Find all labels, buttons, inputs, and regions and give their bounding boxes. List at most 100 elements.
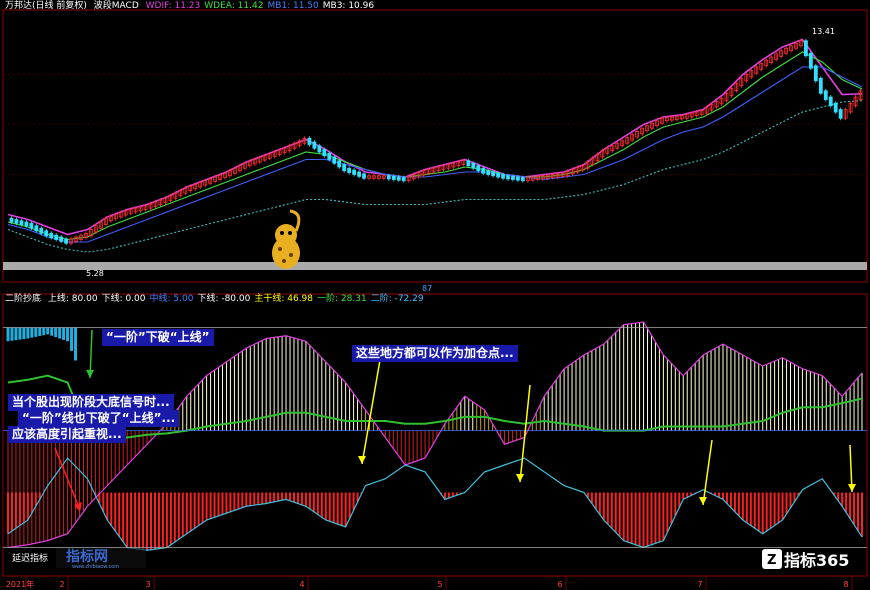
- stock-title: 万邦达(日线 前复权): [5, 1, 87, 11]
- watermark-right-text: 指标365: [784, 551, 849, 570]
- candle-body: [39, 227, 44, 234]
- arrow-head-0: [358, 456, 366, 464]
- candle-body: [362, 173, 366, 179]
- candle-body: [34, 225, 39, 232]
- candle-body: [491, 171, 496, 177]
- candle-body: [29, 222, 34, 229]
- candle-body: [327, 152, 332, 160]
- x-tick-label: 6: [557, 580, 562, 589]
- candle-body: [486, 170, 491, 175]
- candle-body: [481, 167, 486, 174]
- price-header-item-2: MB1: 11.50: [267, 1, 319, 11]
- bottom-left-label: 延迟指标: [12, 552, 48, 564]
- mid-marker: 87: [422, 284, 432, 293]
- candle-body: [49, 232, 54, 239]
- indicator-header-item-1: 下线: 0.00: [101, 294, 146, 304]
- watermark-left: 指标网 www.zhibiaow.com: [56, 548, 146, 570]
- candle-body: [813, 65, 818, 82]
- candle-body: [391, 175, 396, 180]
- price-header-item-1: WDEA: 11.42: [204, 1, 264, 11]
- indicator-header-item-0: 上线: 80.00: [47, 294, 98, 304]
- indicator-header-item-2: 中线: 5.00: [149, 294, 194, 304]
- candle-body: [44, 230, 49, 237]
- candle-body: [501, 174, 505, 179]
- candle-body: [59, 236, 64, 242]
- candle-body: [828, 96, 833, 107]
- arrow-shaft-2: [702, 439, 713, 506]
- price-header-item-3: MB3: 10.96: [322, 1, 375, 11]
- annotation-signal-1: 当个股出现阶段大底信号时...: [8, 394, 174, 411]
- x-tick-label: 2: [59, 580, 64, 589]
- x-tick-label: 3: [145, 580, 150, 589]
- candle-body: [838, 109, 843, 119]
- x-tick-label: 8: [843, 580, 848, 589]
- high-price-label: 13.41: [812, 27, 835, 36]
- arrow-head-3: [848, 484, 856, 492]
- candle-body: [332, 156, 337, 164]
- indicator-header-item-6: 二阶: -72.29: [370, 294, 424, 304]
- x-tick-label: 5: [437, 580, 442, 589]
- candle-body: [466, 160, 471, 167]
- candle-body: [342, 164, 347, 172]
- candle-body: [14, 219, 19, 224]
- candle-body: [506, 175, 510, 180]
- x-tick-label: 2021年: [6, 579, 34, 589]
- annotation-signal-2: “一阶”线也下破了“上线”...: [18, 410, 180, 427]
- series-line-WDIF: [7, 38, 863, 236]
- candle-body: [386, 175, 391, 180]
- candle-body: [401, 177, 406, 182]
- candle-body: [496, 172, 500, 178]
- leopard-mascot-icon: [272, 209, 301, 269]
- candle-body: [307, 137, 312, 145]
- candle-body: [818, 77, 823, 94]
- candle-body: [352, 169, 356, 175]
- candle-body: [337, 160, 342, 168]
- x-tick-label: 4: [299, 580, 304, 589]
- annotation-add-positions: 这些地方都可以作为加仓点...: [352, 345, 518, 362]
- candle-body: [347, 167, 352, 174]
- watermark-left-text: 指标网: [66, 548, 108, 565]
- volume-band: [3, 262, 867, 270]
- candle-body: [511, 175, 515, 180]
- candle-body: [64, 238, 69, 244]
- arrow-head-2: [699, 497, 707, 505]
- candle-body: [9, 217, 14, 223]
- indicator2-title: 二阶抄底: [5, 294, 42, 304]
- arrow-head-4: [86, 370, 94, 378]
- indicator-header-item-4: 主干线: 46.98: [254, 294, 314, 304]
- arrow-shaft-1: [519, 384, 531, 483]
- candle-body: [357, 171, 361, 177]
- x-tick-label: 7: [697, 580, 702, 589]
- candle-body: [54, 234, 59, 240]
- candle-body: [471, 162, 476, 169]
- candle-body: [516, 176, 520, 181]
- low-price-label: 5.28: [86, 269, 104, 278]
- watermark-right: Z 指标365: [762, 549, 849, 570]
- indicator-header-item-5: 一阶: 28.31: [317, 294, 367, 304]
- svg-text:Z: Z: [767, 553, 776, 568]
- indicator-header-item-3: 下线: -80.00: [197, 294, 251, 304]
- series-line-WDEA: [7, 51, 863, 241]
- annotation-signal-3: 应该高度引起重视...: [8, 426, 126, 443]
- arrow-shaft-0: [361, 359, 381, 465]
- candle-body: [312, 141, 317, 149]
- indicator-header: 二阶抄底 上线: 80.00 下线: 0.00 中线: 5.00 下线: -80.00…: [5, 294, 432, 305]
- indicator-name: 波段MACD: [93, 1, 139, 11]
- candle-body: [833, 102, 838, 113]
- candle-body: [24, 221, 29, 227]
- candle-body: [823, 90, 828, 100]
- candle-body: [396, 176, 401, 181]
- candle-body: [19, 220, 24, 225]
- price-header-item-0: WDIF: 11.23: [145, 1, 201, 11]
- watermark-left-url: www.zhibiaow.com: [72, 564, 119, 570]
- price-header: 万邦达(日线 前复权) 波段MACD WDIF: 11.23 WDEA: 11.4…: [5, 1, 382, 12]
- price-panel-frame: [2, 9, 868, 283]
- candle-body: [804, 40, 808, 57]
- candle-body: [317, 145, 322, 153]
- candle-body: [476, 165, 481, 172]
- annotation-first-break: “一阶”下破“上线”: [102, 329, 214, 346]
- candle-body: [322, 149, 327, 157]
- candle-body: [808, 52, 813, 69]
- arrow-head-1: [516, 474, 524, 482]
- candle-body: [521, 177, 525, 182]
